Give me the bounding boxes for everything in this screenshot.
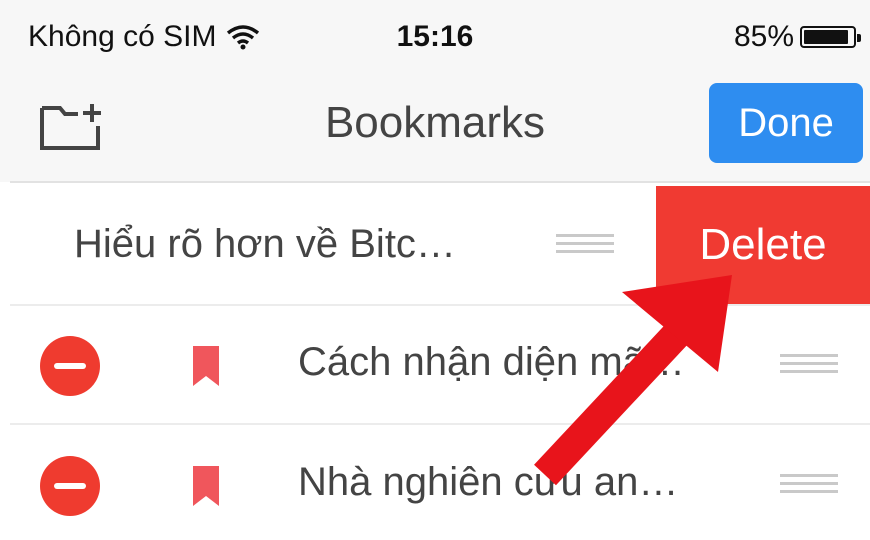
reorder-handle-icon[interactable] [556, 234, 614, 256]
status-battery-group: 85% [733, 20, 861, 54]
delete-minus-icon[interactable] [40, 456, 100, 516]
nav-divider [10, 181, 870, 183]
delete-button[interactable]: Delete [656, 186, 870, 304]
delete-minus-icon[interactable] [40, 336, 100, 396]
row-divider [10, 304, 870, 306]
bookmark-title-swiped[interactable]: Hiểu rõ hơn về Bitc… [74, 222, 456, 267]
bookmark-icon [193, 346, 219, 386]
reorder-handle-icon[interactable] [780, 354, 838, 376]
battery-percent: 85% [733, 20, 794, 53]
row-divider [10, 423, 870, 425]
battery-icon [800, 26, 861, 48]
done-button[interactable]: Done [709, 83, 863, 163]
bookmark-icon [193, 466, 219, 506]
reorder-handle-icon[interactable] [780, 474, 838, 496]
bookmark-title[interactable]: Nhà nghiên cứu an… [298, 460, 678, 505]
bookmark-title[interactable]: Cách nhận diện mã… [298, 340, 685, 385]
